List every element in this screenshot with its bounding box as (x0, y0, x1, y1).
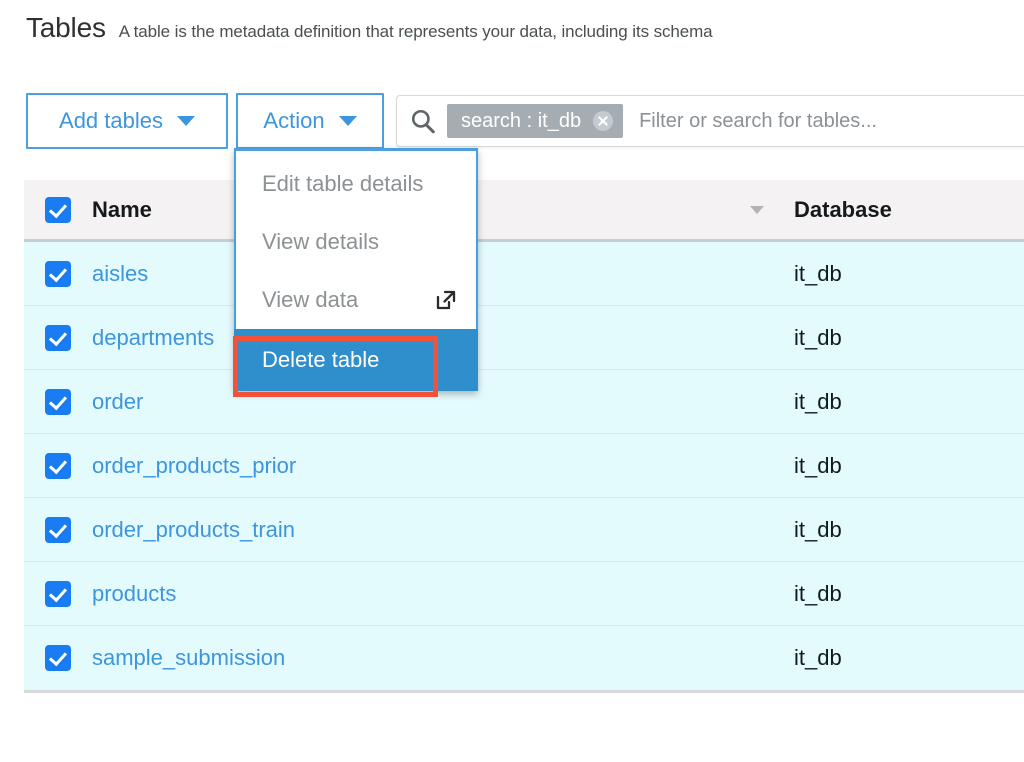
external-link-icon (434, 288, 458, 312)
menu-item-label: View details (262, 229, 379, 255)
search-input[interactable]: Filter or search for tables... (639, 110, 877, 133)
add-tables-label: Add tables (59, 108, 163, 134)
row-select-cell (24, 325, 92, 351)
menu-item-label: Delete table (262, 347, 379, 373)
table-name-link[interactable]: sample_submission (92, 645, 285, 671)
table-name-link[interactable]: products (92, 581, 176, 607)
tables-list: Name Database aisles it_db departments i… (24, 180, 1024, 693)
row-checkbox[interactable] (45, 261, 71, 287)
table-row[interactable]: sample_submission it_db (24, 626, 1024, 690)
row-select-cell (24, 261, 92, 287)
search-token-label: search : it_db (461, 110, 581, 133)
column-header-database[interactable]: Database (782, 197, 1024, 223)
page-title: Tables (26, 12, 106, 44)
table-row[interactable]: departments it_db (24, 306, 1024, 370)
page-header: Tables A table is the metadata definitio… (26, 12, 713, 44)
action-label: Action (263, 108, 324, 134)
row-name-cell: sample_submission (92, 645, 782, 671)
select-all-checkbox[interactable] (45, 197, 71, 223)
row-checkbox[interactable] (45, 453, 71, 479)
search-bar[interactable]: search : it_db Filter or search for tabl… (396, 95, 1024, 147)
row-select-cell (24, 645, 92, 671)
table-name-link[interactable]: order_products_train (92, 517, 295, 543)
chevron-down-icon (177, 116, 195, 126)
table-row[interactable]: aisles it_db (24, 242, 1024, 306)
row-name-cell: order_products_prior (92, 453, 782, 479)
row-name-cell: order_products_train (92, 517, 782, 543)
row-checkbox[interactable] (45, 325, 71, 351)
table-name-link[interactable]: departments (92, 325, 214, 351)
table-row[interactable]: products it_db (24, 562, 1024, 626)
chevron-down-icon (339, 116, 357, 126)
row-database-cell: it_db (782, 517, 1024, 543)
table-name-link[interactable]: aisles (92, 261, 148, 287)
table-row[interactable]: order_products_prior it_db (24, 434, 1024, 498)
table-name-link[interactable]: order (92, 389, 143, 415)
table-name-link[interactable]: order_products_prior (92, 453, 296, 479)
row-database-cell: it_db (782, 325, 1024, 351)
search-filter-token[interactable]: search : it_db (447, 104, 623, 138)
row-select-cell (24, 517, 92, 543)
menu-item-edit-table-details[interactable]: Edit table details (236, 151, 476, 213)
row-select-cell (24, 581, 92, 607)
menu-item-label: View data (262, 287, 358, 313)
column-header-name-label: Name (92, 197, 152, 223)
search-icon (410, 108, 436, 134)
close-circle-icon[interactable] (593, 111, 613, 131)
action-dropdown-menu: Edit table details View details View dat… (234, 148, 478, 391)
page-description: A table is the metadata definition that … (119, 22, 713, 42)
menu-item-delete-table[interactable]: Delete table (234, 329, 478, 391)
row-checkbox[interactable] (45, 389, 71, 415)
row-database-cell: it_db (782, 389, 1024, 415)
select-all-cell (24, 197, 92, 223)
row-checkbox[interactable] (45, 517, 71, 543)
add-tables-button[interactable]: Add tables (26, 93, 228, 149)
row-checkbox[interactable] (45, 581, 71, 607)
sort-descending-icon[interactable] (750, 206, 764, 214)
row-checkbox[interactable] (45, 645, 71, 671)
row-database-cell: it_db (782, 261, 1024, 287)
row-select-cell (24, 453, 92, 479)
row-database-cell: it_db (782, 645, 1024, 671)
action-button[interactable]: Action (236, 93, 384, 149)
menu-item-label: Edit table details (262, 171, 423, 197)
table-row[interactable]: order it_db (24, 370, 1024, 434)
row-select-cell (24, 389, 92, 415)
row-name-cell: order (92, 389, 782, 415)
menu-item-view-data[interactable]: View data (236, 271, 476, 329)
toolbar: Add tables Action (26, 93, 384, 149)
menu-item-view-details[interactable]: View details (236, 213, 476, 271)
row-database-cell: it_db (782, 453, 1024, 479)
table-row[interactable]: order_products_train it_db (24, 498, 1024, 562)
row-database-cell: it_db (782, 581, 1024, 607)
table-header-row: Name Database (24, 180, 1024, 242)
row-name-cell: products (92, 581, 782, 607)
